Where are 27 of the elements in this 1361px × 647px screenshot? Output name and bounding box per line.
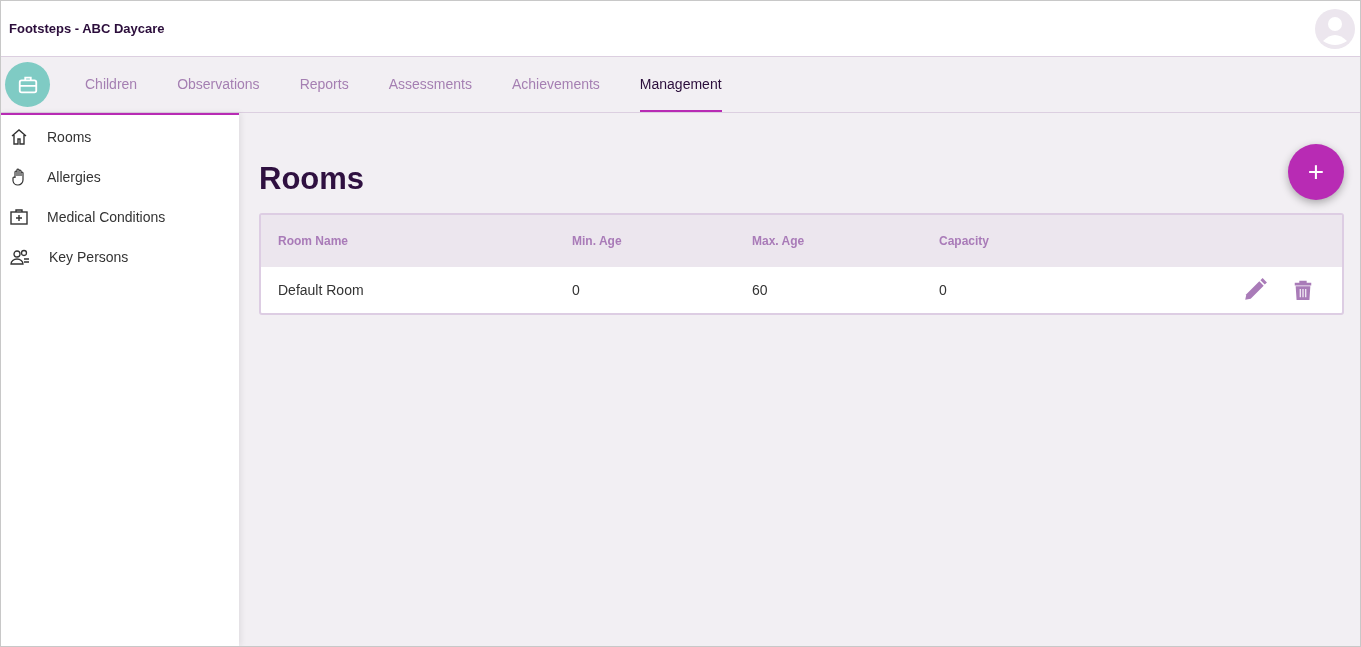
table-cell-text: 60 xyxy=(752,282,769,298)
table-cell-text: 0 xyxy=(572,282,581,298)
page-title: Rooms xyxy=(259,161,365,197)
column-header: Room Name xyxy=(277,234,349,248)
table-cell-text: 0 xyxy=(939,282,948,298)
sidebar-item[interactable]: Key Persons xyxy=(1,237,239,277)
column-header: Max. Age xyxy=(752,234,806,248)
sidebar-item[interactable]: Medical Conditions xyxy=(1,197,239,237)
nav-tab[interactable]: Assessments xyxy=(368,57,492,112)
nav-tab[interactable]: Achievements xyxy=(491,57,620,112)
sidebar-item[interactable]: Rooms xyxy=(1,117,239,157)
add-button[interactable]: + xyxy=(1288,144,1344,200)
nav-tab[interactable]: Management xyxy=(639,57,722,112)
nav-tab[interactable]: Observations xyxy=(157,57,280,112)
medical-kit-icon xyxy=(9,207,29,227)
app-title: Footsteps - ABC Daycare xyxy=(9,21,165,36)
home-icon xyxy=(9,127,29,147)
nav-tab[interactable]: Reports xyxy=(279,57,369,112)
nav-tab[interactable]: Children xyxy=(74,57,158,112)
table-cell-text: Default Room xyxy=(277,282,365,298)
sidebar-item[interactable]: Allergies xyxy=(1,157,239,197)
delete-icon[interactable] xyxy=(1292,278,1314,302)
column-header: Capacity xyxy=(939,234,991,248)
briefcase-button[interactable] xyxy=(5,62,50,107)
people-icon xyxy=(9,247,31,267)
column-header: Min. Age xyxy=(572,234,623,248)
edit-icon[interactable] xyxy=(1242,277,1268,303)
